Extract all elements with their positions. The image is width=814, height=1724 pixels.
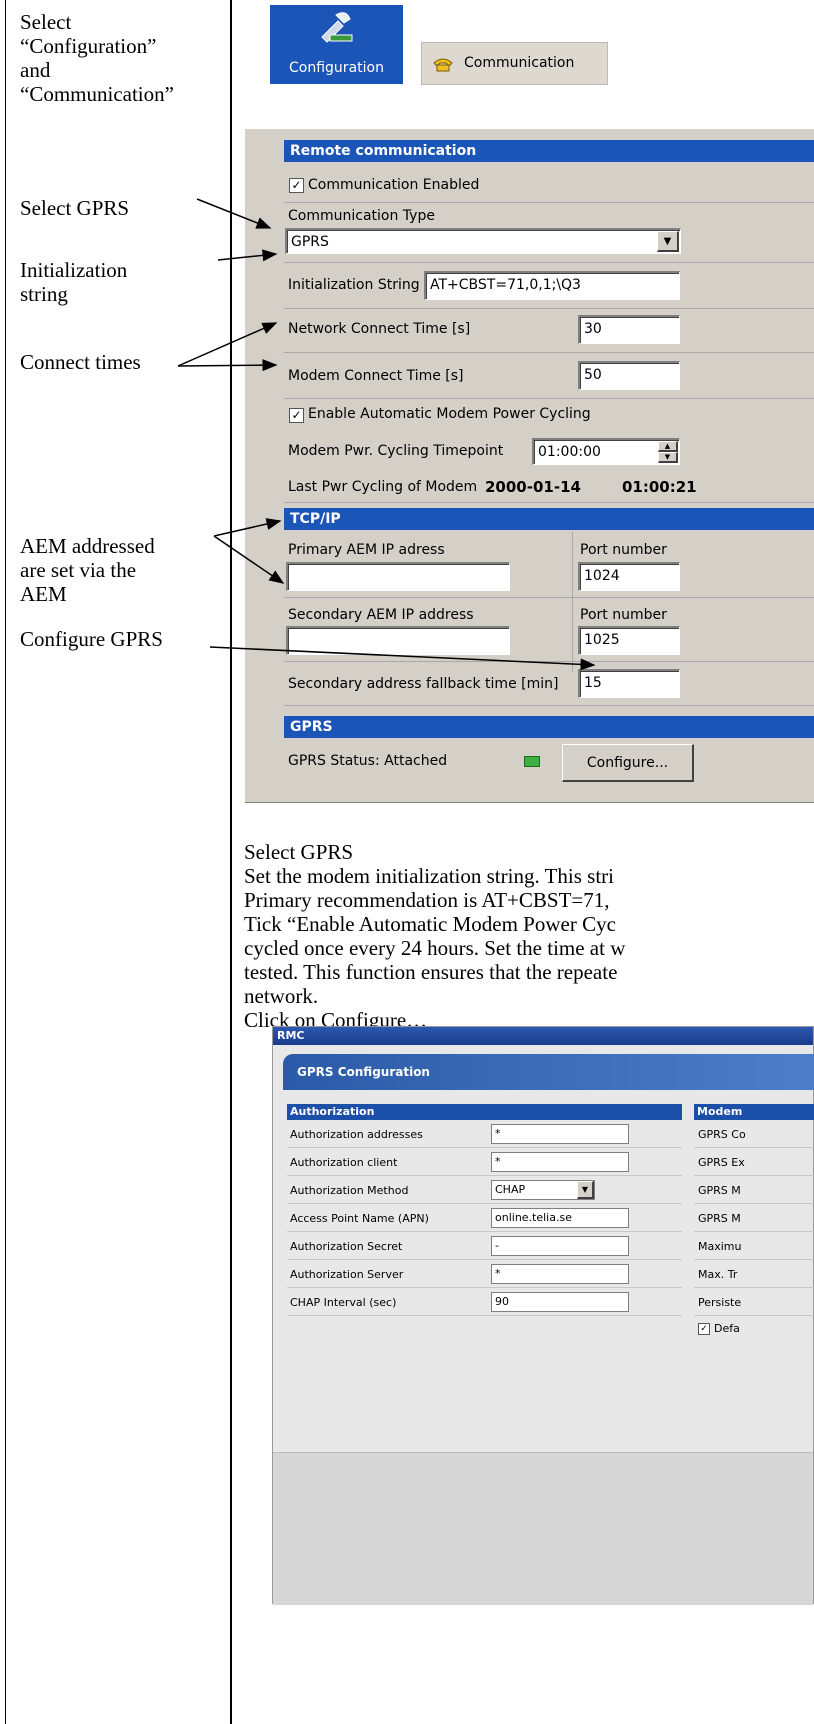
auth-secret-input[interactable]: - xyxy=(491,1236,629,1256)
body-line: tested. This function ensures that the r… xyxy=(244,960,618,984)
auth-row-label: Authorization client xyxy=(290,1156,398,1169)
comm-enabled-checkbox[interactable]: ✓ xyxy=(289,178,304,193)
auth-row: Authorization client * xyxy=(287,1148,682,1176)
sidebar-connect-times: Connect times xyxy=(20,350,141,374)
remote-communication-header: Remote communication xyxy=(284,140,814,162)
communication-label: Communication xyxy=(464,55,575,71)
init-string-row xyxy=(284,263,814,309)
comm-type-row xyxy=(284,203,814,263)
rmc-footer xyxy=(273,1452,813,1605)
sidebar-step-select-config: Select “Configuration” and “Communicatio… xyxy=(20,10,174,106)
gprs-status-label: GPRS Status: Attached xyxy=(288,753,448,769)
modem-connect-row xyxy=(284,353,814,399)
default-checkbox[interactable]: ✓ xyxy=(698,1323,710,1335)
auth-row: Authorization addresses * xyxy=(287,1120,682,1148)
body-line: Select GPRS xyxy=(244,840,354,864)
rmc-dialog-title: GPRS Configuration xyxy=(297,1065,430,1079)
modem-row: GPRS Ex xyxy=(694,1148,814,1176)
rmc-title-bar xyxy=(273,1027,813,1045)
modem-row: Persiste xyxy=(694,1288,814,1316)
modem-row-label: Maximu xyxy=(698,1240,742,1253)
auth-client-input[interactable]: * xyxy=(491,1152,629,1172)
auth-server-input[interactable]: * xyxy=(491,1264,629,1284)
modem-row: GPRS M xyxy=(694,1176,814,1204)
network-connect-row xyxy=(284,309,814,353)
modem-row-label: GPRS Co xyxy=(698,1128,746,1141)
auth-row: Authorization Method CHAP ▼ xyxy=(287,1176,682,1204)
chap-interval-input[interactable]: 90 xyxy=(491,1292,629,1312)
modem-row-label: GPRS M xyxy=(698,1212,741,1225)
auth-row-label: Authorization addresses xyxy=(290,1128,423,1141)
body-line: cycled once every 24 hours. Set the time… xyxy=(244,936,626,960)
sidebar-select-gprs: Select GPRS xyxy=(20,196,130,220)
modem-row-label: Max. Tr xyxy=(698,1268,738,1281)
auth-row: CHAP Interval (sec) 90 xyxy=(287,1288,682,1316)
configuration-button[interactable]: Configuration xyxy=(270,5,403,84)
modem-row-label: Persiste xyxy=(698,1296,742,1309)
left-border-line xyxy=(5,0,6,1724)
auth-row: Access Point Name (APN) online.telia.se xyxy=(287,1204,682,1232)
configuration-label: Configuration xyxy=(289,60,384,76)
body-line: Set the modem initialization string. Thi… xyxy=(244,864,614,888)
chevron-down-icon[interactable]: ▼ xyxy=(577,1181,594,1199)
auth-row: Authorization Server * xyxy=(287,1260,682,1288)
auth-row-label: CHAP Interval (sec) xyxy=(290,1296,397,1309)
body-line: Tick “Enable Automatic Modem Power Cyc xyxy=(244,912,616,936)
auth-method-select[interactable]: CHAP ▼ xyxy=(491,1180,595,1200)
modem-row-label: GPRS M xyxy=(698,1184,741,1197)
modem-header: Modem xyxy=(694,1104,814,1120)
wrench-icon xyxy=(321,12,353,43)
gprs-header: GPRS xyxy=(284,716,814,738)
power-cycling-row xyxy=(284,399,814,503)
auth-row-label: Authorization Secret xyxy=(290,1240,403,1253)
communication-button[interactable]: Communication xyxy=(421,42,608,85)
auth-row: Authorization Secret - xyxy=(287,1232,682,1260)
rmc-window-title: RMC xyxy=(277,1029,305,1042)
modem-row: Maximu xyxy=(694,1232,814,1260)
column-divider-line xyxy=(230,0,232,1724)
telephone-icon xyxy=(433,58,453,72)
auth-row-label: Authorization Server xyxy=(290,1268,404,1281)
modem-row: Max. Tr xyxy=(694,1260,814,1288)
sidebar-init-string: Initialization string xyxy=(20,258,128,306)
auth-addresses-input[interactable]: * xyxy=(491,1124,629,1144)
auth-row-label: Access Point Name (APN) xyxy=(290,1212,429,1225)
body-line: Primary recommendation is AT+CBST=71, xyxy=(244,888,610,912)
auth-row-label: Authorization Method xyxy=(290,1184,409,1197)
modem-row: GPRS Co xyxy=(694,1120,814,1148)
auth-header: Authorization xyxy=(287,1104,682,1120)
body-text: Select GPRS Set the modem initialization… xyxy=(244,840,814,1032)
default-label: Defa xyxy=(714,1322,740,1335)
primary-aem-row xyxy=(284,530,814,598)
auth-method-value: CHAP xyxy=(495,1183,526,1196)
modem-row-label: GPRS Ex xyxy=(698,1156,745,1169)
comm-enabled-label: Communication Enabled xyxy=(308,177,480,193)
body-line: network. xyxy=(244,984,319,1008)
secondary-aem-row xyxy=(284,598,814,662)
tcpip-header: TCP/IP xyxy=(284,508,814,530)
sidebar-aem-addressed: AEM addressed are set via the AEM xyxy=(20,534,155,606)
apn-input[interactable]: online.telia.se xyxy=(491,1208,629,1228)
configure-button[interactable]: Configure... xyxy=(562,744,694,782)
gprs-status-led xyxy=(524,756,540,767)
modem-row: GPRS M xyxy=(694,1204,814,1232)
fallback-time-row xyxy=(284,662,814,706)
sidebar-configure-gprs: Configure GPRS xyxy=(20,627,163,651)
